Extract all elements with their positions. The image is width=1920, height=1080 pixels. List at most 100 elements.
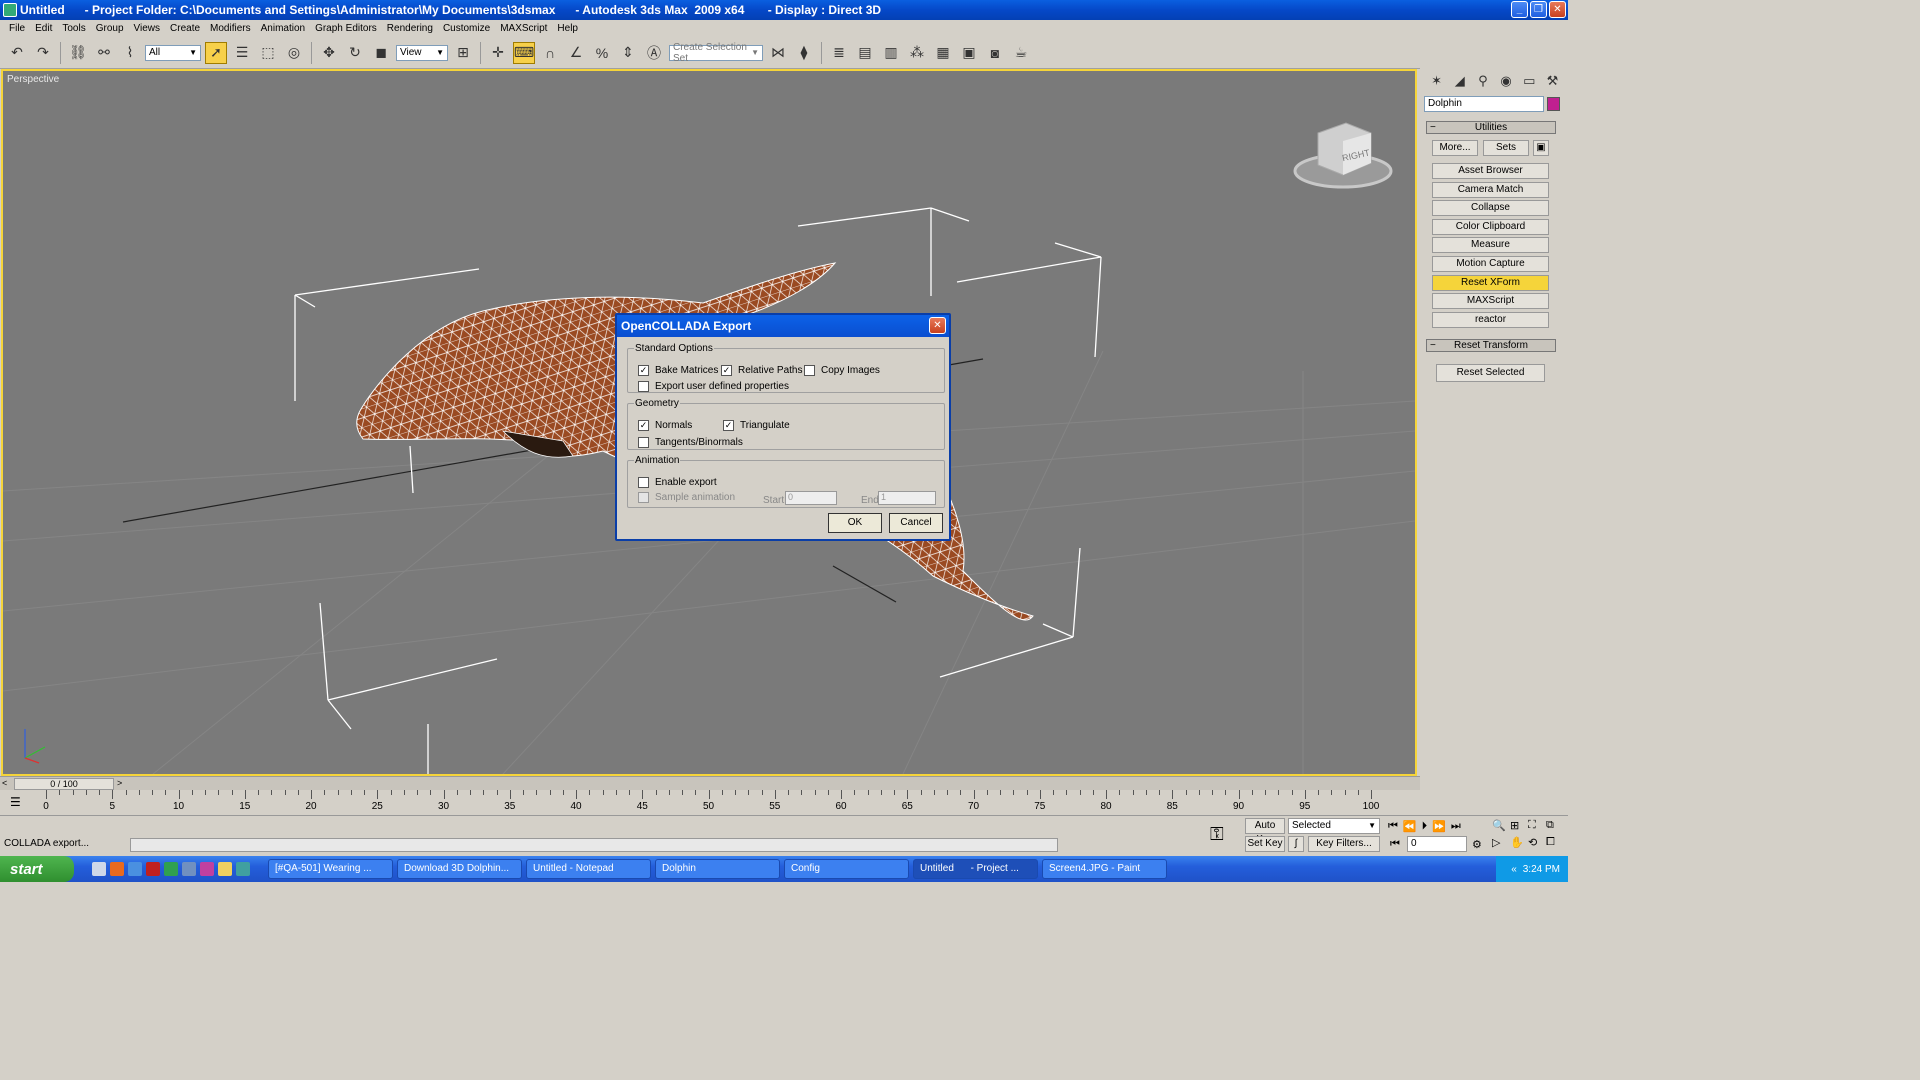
zoom-extents-all-icon[interactable]: ⧉	[1546, 819, 1564, 832]
material-editor-icon[interactable]: ▦	[932, 42, 954, 64]
maximize-viewport-icon[interactable]: ⧠	[1546, 836, 1564, 849]
tray-arrow-icon[interactable]: «	[1511, 864, 1517, 875]
select-manipulate-icon[interactable]: ✛	[487, 42, 509, 64]
tangents-binormals-checkbox[interactable]: Tangents/Binormals	[638, 437, 743, 448]
menu-file[interactable]: File	[4, 23, 30, 34]
pivot-center-icon[interactable]: ⊞	[452, 42, 474, 64]
key-mode-icon[interactable]: ⏮	[1390, 838, 1400, 851]
menu-help[interactable]: Help	[552, 23, 583, 34]
dialog-close-button[interactable]: ✕	[929, 317, 946, 334]
rotate-icon[interactable]: ↻	[344, 42, 366, 64]
utility-asset-browser-button[interactable]: Asset Browser	[1432, 163, 1549, 179]
task-notepad[interactable]: Untitled - Notepad	[526, 859, 651, 879]
rendered-frame-icon[interactable]: ◙	[984, 42, 1006, 64]
menu-group[interactable]: Group	[91, 23, 129, 34]
motion-tab-icon[interactable]: ◉	[1497, 73, 1516, 91]
selection-filter-dropdown[interactable]: All ▼	[145, 44, 201, 61]
key-selection-dropdown[interactable]: Selected ▼	[1288, 818, 1380, 834]
keyboard-shortcut-override-icon[interactable]: ⌨	[513, 41, 535, 64]
quicklaunch-explorer-icon[interactable]	[218, 862, 232, 876]
sets-button[interactable]: Sets	[1483, 140, 1529, 156]
quicklaunch-app-icon[interactable]	[236, 862, 250, 876]
time-slider-prev-icon[interactable]: <	[2, 778, 7, 788]
utility-measure-button[interactable]: Measure	[1432, 237, 1549, 253]
bake-matrices-checkbox[interactable]: ✓ Bake Matrices	[638, 365, 718, 376]
prev-frame-icon[interactable]: ⏪	[1403, 820, 1417, 833]
more-button[interactable]: More...	[1432, 140, 1478, 156]
undo-icon[interactable]: ↶	[6, 42, 28, 64]
default-tangent-icon[interactable]: ∫	[1288, 836, 1304, 852]
minimize-button[interactable]: _	[1511, 1, 1528, 18]
display-tab-icon[interactable]: ▭	[1520, 73, 1539, 91]
normals-checkbox[interactable]: ✓ Normals	[638, 420, 692, 431]
3dsmax-app-icon[interactable]	[3, 3, 17, 17]
task-firefox-qa[interactable]: [#QA-501] Wearing ...	[268, 859, 393, 879]
next-frame-icon[interactable]: ⏩	[1432, 820, 1446, 833]
pan-view-icon[interactable]: ✋	[1510, 836, 1528, 849]
viewcube[interactable]: RIGHT	[1293, 122, 1393, 189]
utility-motion-capture-button[interactable]: Motion Capture	[1432, 256, 1549, 272]
task-config-folder[interactable]: Config	[784, 859, 909, 879]
close-button[interactable]: ✕	[1549, 1, 1566, 18]
time-slider[interactable]: < 0 / 100 >	[0, 776, 1420, 790]
utility-reset-xform-button[interactable]: Reset XForm	[1432, 275, 1549, 291]
quicklaunch-app-icon[interactable]	[146, 862, 160, 876]
utilities-tab-icon[interactable]: ⚒	[1543, 73, 1562, 91]
triangulate-checkbox[interactable]: ✓ Triangulate	[723, 420, 790, 431]
task-paint[interactable]: Screen4.JPG - Paint	[1042, 859, 1167, 879]
restore-button[interactable]: ❐	[1530, 1, 1547, 18]
cancel-button[interactable]: Cancel	[889, 513, 943, 533]
window-crossing-icon[interactable]: ◎	[283, 42, 305, 64]
render-teapot-icon[interactable]: ☕	[1010, 42, 1032, 64]
quicklaunch-app-icon[interactable]	[200, 862, 214, 876]
configure-sets-icon[interactable]: ▣	[1533, 140, 1549, 156]
ref-coord-dropdown[interactable]: View ▼	[396, 44, 448, 61]
quicklaunch-firefox-icon[interactable]	[110, 862, 124, 876]
rect-selection-icon[interactable]: ⬚	[257, 42, 279, 64]
selection-set-dropdown[interactable]: Create Selection Set ▼	[669, 42, 763, 64]
menu-modifiers[interactable]: Modifiers	[205, 23, 256, 34]
render-setup-icon[interactable]: ▣	[958, 42, 980, 64]
task-firefox-download[interactable]: Download 3D Dolphin...	[397, 859, 522, 879]
reset-selected-button[interactable]: Reset Selected	[1436, 364, 1545, 382]
orbit-icon[interactable]: ⟲	[1528, 836, 1546, 849]
angle-snap-icon[interactable]: ∠	[565, 42, 587, 64]
goto-start-icon[interactable]: ⏮	[1388, 820, 1398, 833]
set-key-button[interactable]: Set Key	[1245, 836, 1285, 852]
menu-animation[interactable]: Animation	[256, 23, 310, 34]
spinner-snap-icon[interactable]: ⇕	[617, 42, 639, 64]
select-link-icon[interactable]: ⛓	[67, 42, 89, 64]
copy-images-checkbox[interactable]: Copy Images	[804, 365, 880, 376]
relative-paths-checkbox[interactable]: ✓ Relative Paths	[721, 365, 802, 376]
move-icon[interactable]: ✥	[318, 42, 340, 64]
task-dolphin-folder[interactable]: Dolphin	[655, 859, 780, 879]
quicklaunch-app-icon[interactable]	[182, 862, 196, 876]
zoom-extents-icon[interactable]: ⛶	[1528, 819, 1546, 832]
reset-transform-rollout-header[interactable]: − Reset Transform	[1426, 339, 1556, 352]
time-slider-next-icon[interactable]: >	[117, 778, 122, 788]
bind-space-warp-icon[interactable]: ⌇	[119, 42, 141, 64]
zoom-all-icon[interactable]: ⊞	[1510, 819, 1528, 832]
layer-manager-icon[interactable]: ≣	[828, 42, 850, 64]
menu-maxscript[interactable]: MAXScript	[495, 23, 552, 34]
menu-tools[interactable]: Tools	[57, 23, 90, 34]
menu-views[interactable]: Views	[129, 23, 166, 34]
select-object-icon[interactable]: ➚	[205, 41, 227, 64]
align-icon[interactable]: ⧫	[793, 42, 815, 64]
dialog-title-bar[interactable]: OpenCOLLADA Export ✕	[617, 315, 949, 337]
snaps-toggle-icon[interactable]: ∩	[539, 42, 561, 64]
task-3dsmax[interactable]: Untitled - Project ...	[913, 859, 1038, 879]
select-by-name-icon[interactable]: ☰	[231, 42, 253, 64]
zoom-icon[interactable]: 🔍	[1492, 819, 1510, 832]
menu-customize[interactable]: Customize	[438, 23, 495, 34]
utilities-rollout-header[interactable]: − Utilities	[1426, 121, 1556, 134]
open-mini-curve-editor-icon[interactable]: ☰	[10, 795, 21, 809]
unlink-icon[interactable]: ⚯	[93, 42, 115, 64]
enable-export-checkbox[interactable]: Enable export	[638, 477, 717, 488]
start-button[interactable]: start	[0, 856, 74, 882]
hierarchy-tab-icon[interactable]: ⚲	[1473, 73, 1492, 91]
utility-collapse-button[interactable]: Collapse	[1432, 200, 1549, 216]
auto-key-button[interactable]: Auto Key	[1245, 818, 1285, 845]
menu-edit[interactable]: Edit	[30, 23, 57, 34]
ok-button[interactable]: OK	[828, 513, 882, 533]
